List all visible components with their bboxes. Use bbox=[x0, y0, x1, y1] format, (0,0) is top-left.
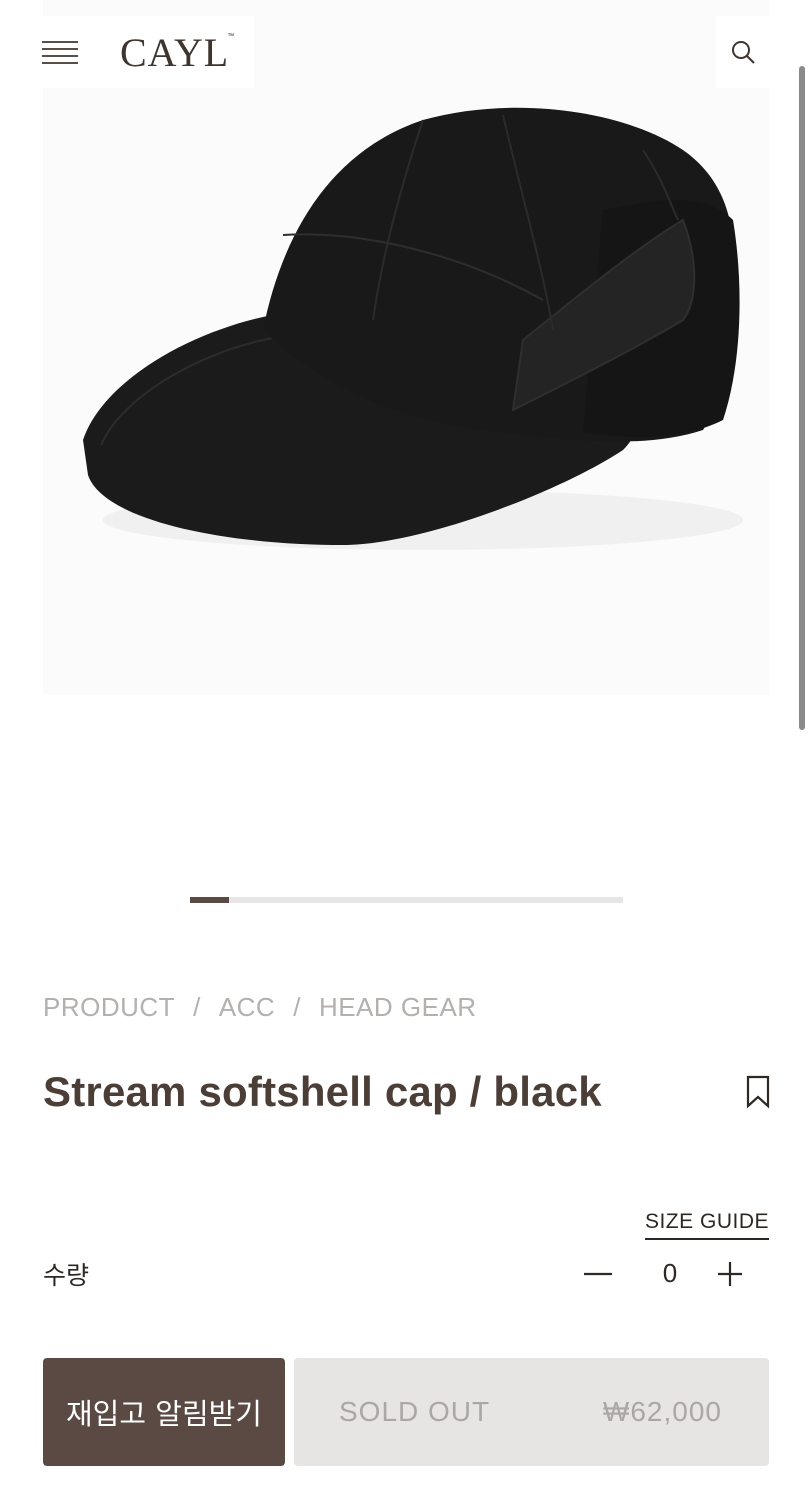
header-left: CAYL ™ bbox=[28, 16, 254, 88]
brand-logo[interactable]: CAYL ™ bbox=[120, 29, 234, 76]
minus-icon[interactable] bbox=[582, 1258, 614, 1290]
header-right bbox=[716, 16, 770, 88]
breadcrumb-item-product[interactable]: PRODUCT bbox=[43, 992, 175, 1023]
search-icon[interactable] bbox=[730, 39, 756, 65]
menu-icon[interactable] bbox=[42, 40, 78, 64]
product-page: CAYL ™ PRODUCT / ACC / HEAD GEAR Stream s… bbox=[0, 0, 812, 1500]
gallery-progress-fill bbox=[190, 897, 229, 903]
restock-notify-button[interactable]: 재입고 알림받기 bbox=[43, 1358, 285, 1466]
bookmark-icon[interactable] bbox=[745, 1075, 771, 1109]
breadcrumb-item-acc[interactable]: ACC bbox=[219, 992, 275, 1023]
breadcrumb-separator: / bbox=[293, 991, 301, 1022]
product-title: Stream softshell cap / black bbox=[43, 1068, 602, 1115]
quantity-value[interactable]: 0 bbox=[650, 1258, 690, 1289]
logo-trademark: ™ bbox=[227, 32, 236, 40]
gallery-progress-bar bbox=[190, 897, 623, 903]
breadcrumb-separator: / bbox=[193, 991, 201, 1022]
quantity-label: 수량 bbox=[43, 1262, 90, 1290]
breadcrumb: PRODUCT / ACC / HEAD GEAR bbox=[43, 990, 477, 1024]
logo-text: CAYL bbox=[120, 29, 230, 75]
size-guide-link[interactable]: SIZE GUIDE bbox=[644, 1210, 769, 1240]
plus-icon[interactable] bbox=[714, 1258, 746, 1290]
product-image[interactable] bbox=[43, 0, 769, 695]
cap-illustration bbox=[43, 0, 769, 695]
sold-out-button[interactable]: SOLD OUT ₩62,000 bbox=[294, 1358, 769, 1466]
sold-out-label: SOLD OUT bbox=[339, 1396, 491, 1427]
breadcrumb-item-head-gear[interactable]: HEAD GEAR bbox=[319, 992, 477, 1023]
product-price: ₩62,000 bbox=[602, 1396, 722, 1427]
scrollbar[interactable] bbox=[799, 66, 805, 730]
